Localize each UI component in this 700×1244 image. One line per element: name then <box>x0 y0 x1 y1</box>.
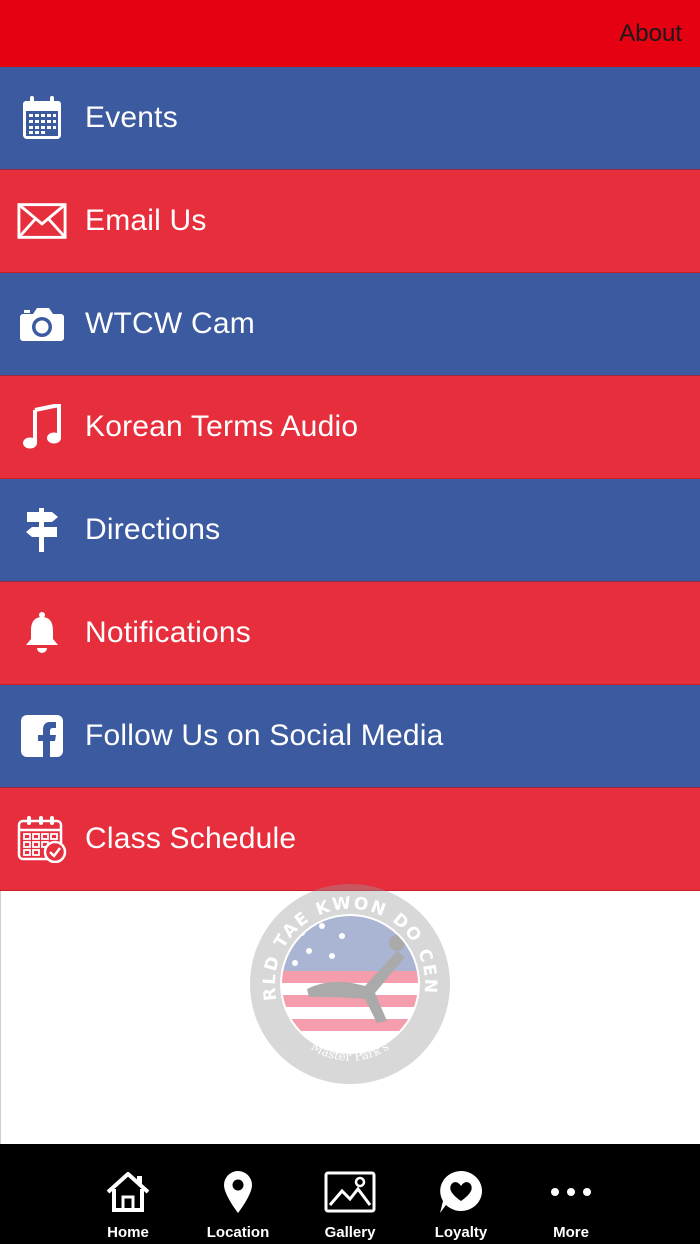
tab-label: Loyalty <box>434 1224 488 1241</box>
menu-item-label: Follow Us on Social Media <box>85 719 444 752</box>
menu-item-label: WTCW Cam <box>85 307 255 340</box>
tab-label: Gallery <box>324 1224 376 1241</box>
facebook-icon <box>17 711 67 761</box>
signpost-icon <box>17 505 67 555</box>
menu-list: Events Email Us WTCW Cam Korean Terms Au… <box>0 67 700 891</box>
menu-item-email-us[interactable]: Email Us <box>0 170 700 273</box>
about-button[interactable]: About <box>619 20 682 48</box>
menu-item-label: Events <box>85 101 178 134</box>
more-dots-icon <box>549 1166 593 1218</box>
menu-item-label: Email Us <box>85 204 207 237</box>
menu-item-notifications[interactable]: Notifications <box>0 582 700 685</box>
menu-item-korean-terms-audio[interactable]: Korean Terms Audio <box>0 376 700 479</box>
map-pin-icon <box>222 1166 254 1218</box>
camera-icon <box>17 299 67 349</box>
home-icon <box>105 1166 151 1218</box>
tab-label: Home <box>107 1224 149 1241</box>
calendar-check-icon <box>17 814 67 864</box>
world-taekwondo-center-logo: WORLD TAE KWON DO CENTER Master Park's <box>247 881 450 1084</box>
menu-item-wtcw-cam[interactable]: WTCW Cam <box>0 273 700 376</box>
menu-item-directions[interactable]: Directions <box>0 479 700 582</box>
top-bar: About <box>0 0 700 67</box>
bell-icon <box>17 608 67 658</box>
image-icon <box>324 1166 376 1218</box>
menu-item-label: Directions <box>85 513 221 546</box>
menu-item-events[interactable]: Events <box>0 67 700 170</box>
tab-more[interactable]: More <box>516 1144 626 1244</box>
tab-gallery[interactable]: Gallery <box>295 1144 405 1244</box>
music-note-icon <box>17 402 67 452</box>
menu-item-label: Notifications <box>85 616 252 649</box>
menu-item-label: Korean Terms Audio <box>85 410 359 443</box>
envelope-icon <box>17 196 67 246</box>
tab-home[interactable]: Home <box>73 1144 183 1244</box>
logo-area: WORLD TAE KWON DO CENTER Master Park's <box>0 881 700 1144</box>
menu-item-label: Class Schedule <box>85 822 297 855</box>
bottom-tab-bar: Home Location Gallery Loyalty More <box>0 1144 700 1244</box>
tab-label: More <box>553 1224 589 1241</box>
menu-item-follow-us-social[interactable]: Follow Us on Social Media <box>0 685 700 788</box>
tab-location[interactable]: Location <box>183 1144 293 1244</box>
menu-item-class-schedule[interactable]: Class Schedule <box>0 788 700 891</box>
calendar-icon <box>17 93 67 143</box>
heart-bubble-icon <box>437 1166 485 1218</box>
tab-loyalty[interactable]: Loyalty <box>406 1144 516 1244</box>
tab-label: Location <box>206 1224 270 1241</box>
